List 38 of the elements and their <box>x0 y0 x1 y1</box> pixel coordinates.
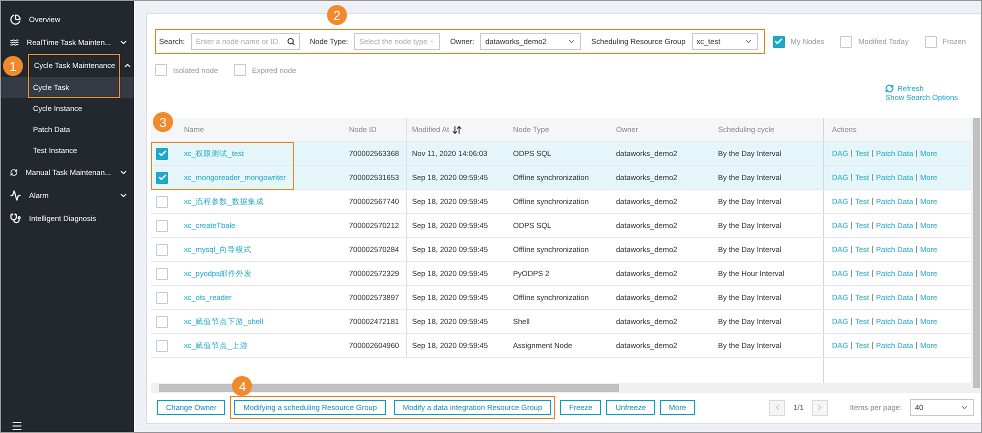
nav-icon <box>10 37 19 48</box>
step-number: 4 <box>232 376 252 396</box>
sort-icon[interactable] <box>452 124 462 134</box>
row-checkbox[interactable] <box>156 148 168 160</box>
nav-icon <box>10 213 21 224</box>
step-number: 1 <box>3 56 23 76</box>
row-checkbox[interactable] <box>156 316 168 328</box>
chevron-up-icon <box>123 61 132 70</box>
checkbox[interactable] <box>772 36 785 48</box>
nav-icon <box>10 14 21 25</box>
refresh-icon <box>885 84 894 93</box>
row-checkbox[interactable] <box>156 292 168 304</box>
menu-icon[interactable] <box>11 420 23 432</box>
checkbox[interactable] <box>840 36 852 48</box>
chevron-down-icon <box>960 403 969 412</box>
checkbox[interactable] <box>924 36 937 48</box>
horizontal-scrollbar[interactable] <box>151 383 971 393</box>
row-checkbox[interactable] <box>156 220 168 232</box>
step-number: 2 <box>327 5 347 25</box>
previous-page-button[interactable] <box>769 400 786 416</box>
row-checkbox[interactable] <box>156 268 168 280</box>
step-number: 3 <box>153 112 173 132</box>
row-checkbox[interactable] <box>156 172 168 184</box>
chevron-down-icon <box>744 37 753 46</box>
next-page-button[interactable] <box>812 400 828 416</box>
checkbox[interactable] <box>155 64 167 76</box>
nav-icon <box>10 190 21 201</box>
row-checkbox[interactable] <box>156 196 168 208</box>
nav-icon <box>10 167 18 178</box>
row-checkbox[interactable] <box>156 244 168 256</box>
chevron-down-icon <box>119 191 128 200</box>
checkbox[interactable] <box>234 64 246 76</box>
chevron-down-icon <box>119 38 128 47</box>
vertical-scrollbar[interactable] <box>970 118 981 393</box>
chevron-down-icon <box>119 168 128 177</box>
search-icon <box>286 37 295 46</box>
row-checkbox[interactable] <box>156 340 168 352</box>
chevron-down-icon <box>567 37 576 46</box>
